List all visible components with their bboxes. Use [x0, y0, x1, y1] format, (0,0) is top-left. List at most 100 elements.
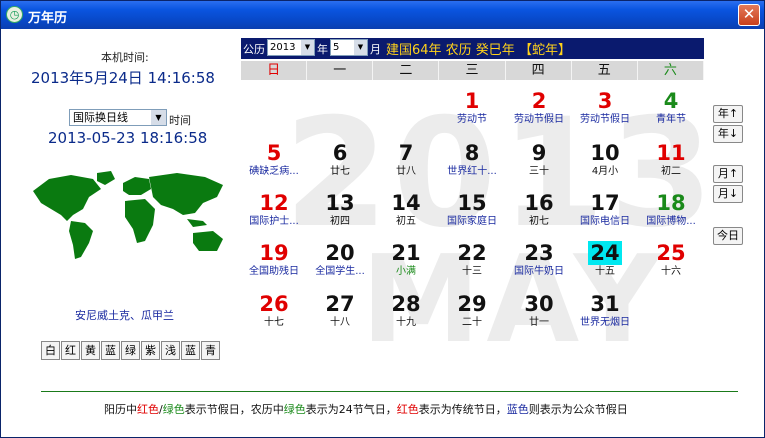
- day-cell[interactable]: 12 国际护士...: [241, 191, 307, 243]
- chevron-down-icon[interactable]: ▼: [354, 40, 367, 55]
- skin-button-cyan[interactable]: 青: [201, 341, 220, 360]
- close-button[interactable]: ✕: [738, 4, 760, 26]
- skin-button-blue-2[interactable]: 蓝: [181, 341, 200, 360]
- day-cell[interactable]: 16 初七: [506, 191, 572, 243]
- day-note: 廿七: [330, 166, 350, 177]
- year-down-button[interactable]: 年↓: [713, 125, 743, 143]
- day-cell[interactable]: 21 小满: [373, 241, 439, 293]
- day-cell[interactable]: 6 廿七: [307, 141, 373, 193]
- day-number: 21: [391, 241, 421, 265]
- day-number: 22: [457, 241, 487, 265]
- weekday-header: 六: [638, 61, 704, 80]
- day-cell[interactable]: 8 世界红十...: [439, 141, 505, 193]
- australia-shape: [193, 231, 223, 251]
- day-cell[interactable]: 9 三十: [506, 141, 572, 193]
- day-cell[interactable]: 24 十五: [572, 241, 638, 293]
- legend-segment: 红色: [396, 403, 419, 416]
- indonesia-shape: [187, 219, 207, 227]
- day-cell[interactable]: 31 世界无烟日: [572, 292, 638, 344]
- year-up-button[interactable]: 年↑: [713, 105, 743, 123]
- day-number: 3: [597, 89, 613, 113]
- title-bar[interactable]: ◷ 万年历 ✕: [1, 1, 764, 29]
- day-number: 17: [590, 191, 620, 215]
- day-cell[interactable]: 2 劳动节假日: [506, 89, 572, 141]
- timezone-select[interactable]: 国际换日线 ▼: [69, 109, 167, 126]
- day-cell[interactable]: 30 廿一: [506, 292, 572, 344]
- day-cell[interactable]: 20 全国学生...: [307, 241, 373, 293]
- day-number: 2: [531, 89, 547, 113]
- day-cell[interactable]: 19 全国助残日: [241, 241, 307, 293]
- skin-button-purple[interactable]: 紫: [141, 341, 160, 360]
- north-america-shape: [33, 175, 101, 221]
- africa-shape: [125, 199, 155, 243]
- greenland-shape: [97, 171, 115, 185]
- day-number: 18: [656, 191, 686, 215]
- day-cell[interactable]: 15 国际家庭日: [439, 191, 505, 243]
- skin-button-green[interactable]: 绿: [121, 341, 140, 360]
- skin-button-white[interactable]: 白: [41, 341, 60, 360]
- day-number: 8: [464, 141, 480, 165]
- day-number: 11: [656, 141, 686, 165]
- day-number: 31: [590, 292, 620, 316]
- day-note: 碘缺乏病...: [249, 166, 299, 177]
- day-cell[interactable]: 29 二十: [439, 292, 505, 344]
- skin-button-blue[interactable]: 蓝: [101, 341, 120, 360]
- month-down-button[interactable]: 月↓: [713, 185, 743, 203]
- day-number: 14: [391, 191, 421, 215]
- skin-button-red[interactable]: 红: [61, 341, 80, 360]
- day-cell[interactable]: 14 初五: [373, 191, 439, 243]
- weekday-header: 一: [307, 61, 374, 80]
- legend-segment: 蓝色: [506, 403, 529, 416]
- month-up-button[interactable]: 月↑: [713, 165, 743, 183]
- day-cell[interactable]: 4 青年节: [638, 89, 704, 141]
- legend-segment: 表示为传统节日，: [418, 403, 507, 416]
- day-cell[interactable]: 1 劳动节: [439, 89, 505, 141]
- day-cell[interactable]: 13 初四: [307, 191, 373, 243]
- day-number: 10: [590, 141, 620, 165]
- day-cell[interactable]: 23 国际牛奶日: [506, 241, 572, 293]
- day-number: 12: [259, 191, 289, 215]
- chevron-down-icon[interactable]: ▼: [151, 110, 166, 125]
- day-cell[interactable]: 25 十六: [638, 241, 704, 293]
- month-select-value: 5: [333, 42, 340, 53]
- day-number: 13: [325, 191, 355, 215]
- weekday-row: 日一二三四五六: [241, 61, 704, 80]
- day-number: 27: [325, 292, 355, 316]
- day-cell[interactable]: 17 国际电信日: [572, 191, 638, 243]
- year-select-value: 2013: [270, 42, 296, 53]
- weekday-header: 四: [506, 61, 572, 80]
- legend-segment: 绿色: [162, 403, 185, 416]
- skin-button-yellow[interactable]: 黄: [81, 341, 100, 360]
- day-number: 6: [332, 141, 348, 165]
- month-select[interactable]: 5 ▼: [330, 39, 368, 56]
- day-cell[interactable]: 18 国际博物...: [638, 191, 704, 243]
- chevron-down-icon[interactable]: ▼: [301, 40, 314, 55]
- day-cell[interactable]: 22 十三: [439, 241, 505, 293]
- day-cell[interactable]: 10 4月小: [572, 141, 638, 193]
- day-note: 4月小: [591, 166, 619, 177]
- day-note: 二十: [462, 317, 482, 328]
- day-number: 15: [457, 191, 487, 215]
- day-cell[interactable]: 3 劳动节假日: [572, 89, 638, 141]
- day-cell[interactable]: 7 廿八: [373, 141, 439, 193]
- legend-segment: 红色: [137, 403, 159, 416]
- skin-button-light[interactable]: 浅: [161, 341, 180, 360]
- year-select[interactable]: 2013 ▼: [267, 39, 315, 56]
- day-note: 劳动节假日: [580, 114, 630, 125]
- day-cell[interactable]: 11 初二: [638, 141, 704, 193]
- day-note: 全国学生...: [315, 266, 365, 277]
- day-cell[interactable]: 27 十八: [307, 292, 373, 344]
- day-note: 青年节: [656, 114, 686, 125]
- day-cell[interactable]: 26 十七: [241, 292, 307, 344]
- world-map[interactable]: [27, 169, 229, 264]
- day-number: 19: [259, 241, 289, 265]
- south-america-shape: [69, 221, 93, 259]
- legend-segment: 表示节假日，农历中: [184, 403, 284, 416]
- day-note: 国际牛奶日: [514, 266, 564, 277]
- timezone-time: 2013-05-23 18:16:58: [48, 129, 208, 147]
- today-button[interactable]: 今日: [713, 227, 743, 245]
- day-cell[interactable]: 28 十九: [373, 292, 439, 344]
- day-cell[interactable]: 5 碘缺乏病...: [241, 141, 307, 193]
- legend-segment: 阳历中: [104, 403, 137, 416]
- day-number: 20: [325, 241, 355, 265]
